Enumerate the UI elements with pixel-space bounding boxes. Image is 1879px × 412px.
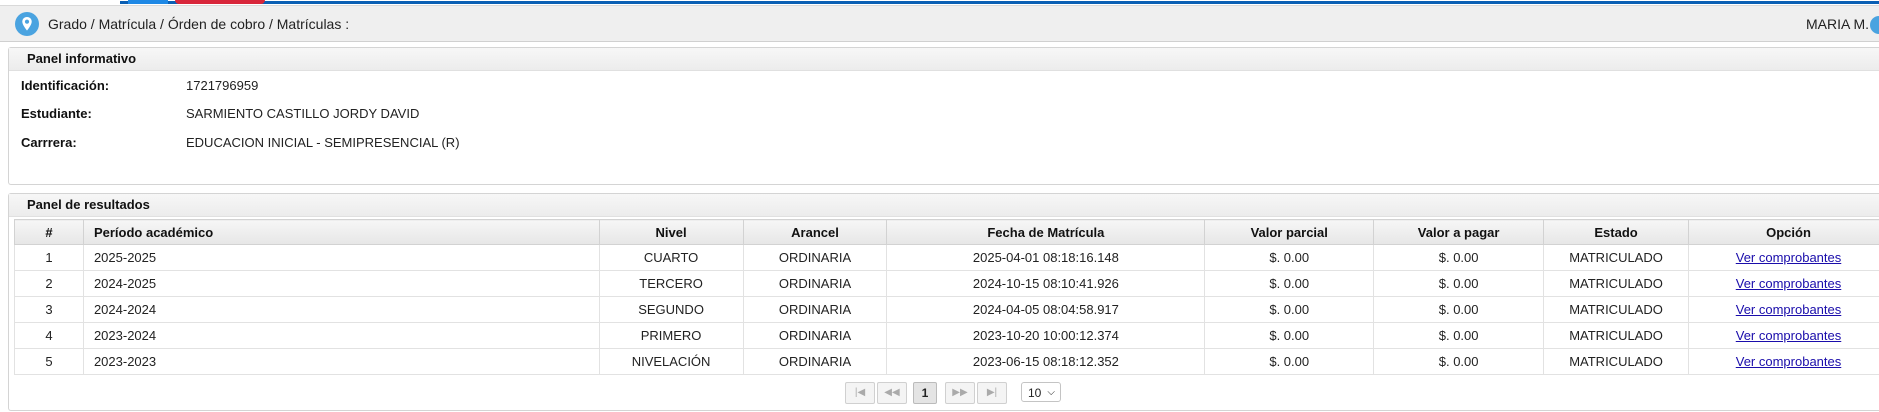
results-panel-title: Panel de resultados (9, 194, 1879, 217)
cell-estado: MATRICULADO (1543, 270, 1690, 297)
cell-nivel: NIVELACIÓN (598, 348, 744, 375)
info-label: Identificación: (21, 78, 110, 93)
table-header-row: # Período académico Nivel Arancel Fecha … (14, 219, 1879, 245)
cell-nivel: CUARTO (598, 244, 744, 271)
top-color-strip (0, 0, 1879, 4)
cell-nivel: SEGUNDO (598, 296, 744, 323)
cell-opcion: Ver comprobantes (1688, 244, 1879, 271)
top-blue-bar (120, 1, 1879, 4)
cell-valor-pagar: $. 0.00 (1373, 322, 1545, 349)
cell-fecha: 2025-04-01 08:18:16.148 (886, 244, 1206, 271)
breadcrumb: Grado / Matrícula / Órden de cobro / Mat… (48, 16, 350, 32)
cell-number: 1 (14, 244, 84, 271)
col-header-arancel[interactable]: Arancel (742, 219, 888, 245)
cell-number: 4 (14, 322, 84, 349)
cell-valor-pagar: $. 0.00 (1373, 348, 1545, 375)
table-row: 4 2023-2024 PRIMERO ORDINARIA 2023-10-20… (14, 322, 1879, 349)
ver-comprobantes-link[interactable]: Ver comprobantes (1736, 276, 1842, 291)
col-header-periodo[interactable]: Período académico (82, 219, 600, 245)
info-label: Estudiante: (21, 106, 92, 121)
cell-opcion: Ver comprobantes (1688, 296, 1879, 323)
info-panel: Panel informativo Identificación: 1721796… (8, 47, 1879, 185)
col-header-fecha[interactable]: Fecha de Matrícula (886, 219, 1206, 245)
info-row-identificacion: Identificación: 1721796959 (21, 78, 258, 93)
cell-estado: MATRICULADO (1543, 296, 1690, 323)
cell-arancel: ORDINARIA (742, 322, 888, 349)
col-header-estado[interactable]: Estado (1543, 219, 1690, 245)
paginator: |◀ ◀◀ 1 ▶▶ ▶| 10 ⌵ (9, 377, 1879, 405)
info-value: EDUCACION INICIAL - SEMIPRESENCIAL (R) (186, 135, 460, 150)
cell-opcion: Ver comprobantes (1688, 270, 1879, 297)
cell-opcion: Ver comprobantes (1688, 348, 1879, 375)
first-page-button[interactable]: |◀ (845, 382, 875, 404)
cell-periodo: 2024-2024 (82, 296, 600, 323)
cell-valor-pagar: $. 0.00 (1373, 270, 1545, 297)
table-row: 2 2024-2025 TERCERO ORDINARIA 2024-10-15… (14, 270, 1879, 297)
cell-valor-pagar: $. 0.00 (1373, 244, 1545, 271)
cell-valor-parcial: $. 0.00 (1204, 348, 1375, 375)
next-page-button[interactable]: ▶▶ (945, 382, 975, 404)
location-pin-icon (15, 12, 39, 36)
col-header-valor-pagar[interactable]: Valor a pagar (1373, 219, 1545, 245)
cell-nivel: TERCERO (598, 270, 744, 297)
top-light-blue-bar (128, 0, 168, 4)
cell-estado: MATRICULADO (1543, 244, 1690, 271)
cell-fecha: 2023-10-20 10:00:12.374 (886, 322, 1206, 349)
breadcrumb-bar: Grado / Matrícula / Órden de cobro / Mat… (0, 5, 1879, 42)
col-header-valor-parcial[interactable]: Valor parcial (1204, 219, 1375, 245)
info-panel-title: Panel informativo (9, 48, 1879, 71)
cell-fecha: 2023-06-15 08:18:12.352 (886, 348, 1206, 375)
results-panel: Panel de resultados # Período académico … (8, 193, 1879, 411)
cell-arancel: ORDINARIA (742, 270, 888, 297)
cell-valor-pagar: $. 0.00 (1373, 296, 1545, 323)
cell-valor-parcial: $. 0.00 (1204, 244, 1375, 271)
user-name[interactable]: MARIA M. (1806, 16, 1869, 32)
info-label: Carrrera: (21, 135, 77, 150)
last-page-button[interactable]: ▶| (977, 382, 1007, 404)
page-1-button[interactable]: 1 (913, 382, 937, 404)
chevron-down-icon: ⌵ (1047, 387, 1055, 398)
cell-valor-parcial: $. 0.00 (1204, 270, 1375, 297)
ver-comprobantes-link[interactable]: Ver comprobantes (1736, 250, 1842, 265)
results-table: # Período académico Nivel Arancel Fecha … (14, 219, 1879, 375)
cell-number: 3 (14, 296, 84, 323)
ver-comprobantes-link[interactable]: Ver comprobantes (1736, 354, 1842, 369)
top-red-bar (175, 0, 265, 4)
cell-nivel: PRIMERO (598, 322, 744, 349)
info-value: 1721796959 (186, 78, 259, 93)
info-value: SARMIENTO CASTILLO JORDY DAVID (186, 106, 420, 121)
cell-periodo: 2025-2025 (82, 244, 600, 271)
cell-periodo: 2023-2023 (82, 348, 600, 375)
cell-estado: MATRICULADO (1543, 322, 1690, 349)
info-row-carrera: Carrrera: EDUCACION INICIAL - SEMIPRESENC… (21, 135, 460, 150)
table-row: 3 2024-2024 SEGUNDO ORDINARIA 2024-04-05… (14, 296, 1879, 323)
avatar[interactable] (1870, 16, 1879, 34)
prev-page-button[interactable]: ◀◀ (877, 382, 907, 404)
cell-opcion: Ver comprobantes (1688, 322, 1879, 349)
cell-number: 2 (14, 270, 84, 297)
cell-fecha: 2024-10-15 08:10:41.926 (886, 270, 1206, 297)
ver-comprobantes-link[interactable]: Ver comprobantes (1736, 302, 1842, 317)
rows-per-page-value: 10 (1028, 386, 1042, 400)
cell-arancel: ORDINARIA (742, 348, 888, 375)
col-header-opcion[interactable]: Opción (1688, 219, 1879, 245)
cell-valor-parcial: $. 0.00 (1204, 322, 1375, 349)
cell-periodo: 2023-2024 (82, 322, 600, 349)
info-row-estudiante: Estudiante: SARMIENTO CASTILLO JORDY DAVI… (21, 106, 419, 121)
cell-estado: MATRICULADO (1543, 348, 1690, 375)
table-row: 1 2025-2025 CUARTO ORDINARIA 2025-04-01 … (14, 244, 1879, 271)
cell-arancel: ORDINARIA (742, 244, 888, 271)
col-header-number[interactable]: # (14, 219, 84, 245)
table-row: 5 2023-2023 NIVELACIÓN ORDINARIA 2023-06… (14, 348, 1879, 375)
cell-number: 5 (14, 348, 84, 375)
cell-periodo: 2024-2025 (82, 270, 600, 297)
rows-per-page-select[interactable]: 10 ⌵ (1021, 382, 1061, 402)
cell-valor-parcial: $. 0.00 (1204, 296, 1375, 323)
cell-arancel: ORDINARIA (742, 296, 888, 323)
ver-comprobantes-link[interactable]: Ver comprobantes (1736, 328, 1842, 343)
cell-fecha: 2024-04-05 08:04:58.917 (886, 296, 1206, 323)
col-header-nivel[interactable]: Nivel (598, 219, 744, 245)
